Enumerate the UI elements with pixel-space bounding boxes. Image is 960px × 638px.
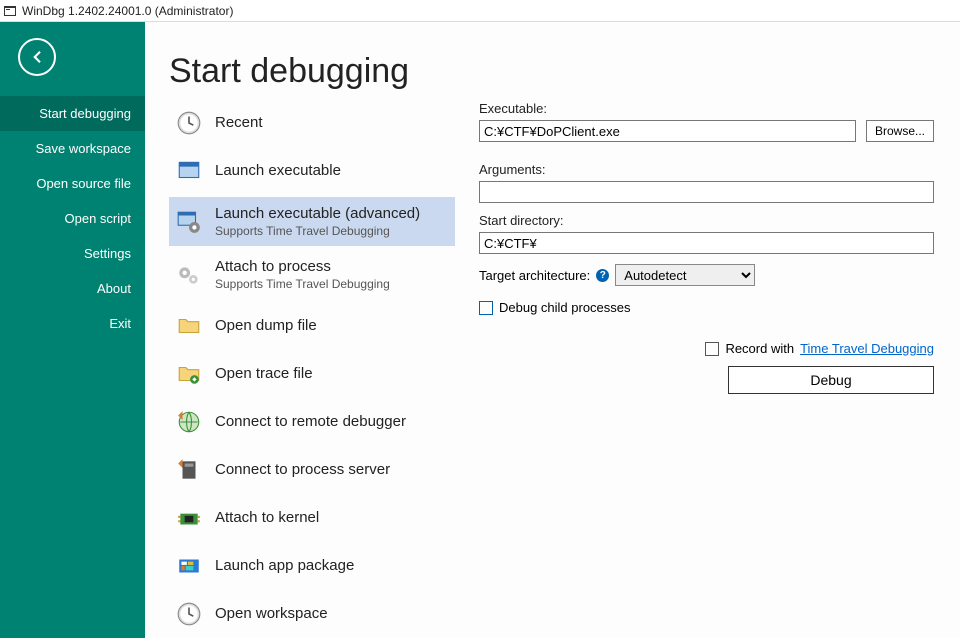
- titlebar-text: WinDbg 1.2402.24001.0 (Administrator): [22, 4, 233, 18]
- method-open-dump[interactable]: Open dump file: [169, 304, 455, 348]
- page-title: Start debugging: [169, 52, 936, 91]
- browse-button[interactable]: Browse...: [866, 120, 934, 142]
- titlebar: WinDbg 1.2402.24001.0 (Administrator): [0, 0, 960, 22]
- sidebar-item-label: Open script: [65, 211, 131, 226]
- method-label: Recent: [215, 114, 263, 132]
- record-ttd-checkbox[interactable]: [705, 342, 719, 356]
- window-icon: [175, 157, 203, 185]
- sidebar-item-label: About: [97, 281, 131, 296]
- method-label: Attach to kernel: [215, 509, 319, 527]
- method-list: Recent Launch executable Launch executab…: [169, 101, 455, 638]
- window-gear-icon: [175, 208, 203, 236]
- sidebar-item-about[interactable]: About: [0, 271, 145, 306]
- method-launch-executable-advanced[interactable]: Launch executable (advanced) Supports Ti…: [169, 197, 455, 246]
- globe-arrow-icon: [175, 408, 203, 436]
- method-launch-executable[interactable]: Launch executable: [169, 149, 455, 193]
- debug-child-checkbox[interactable]: [479, 301, 493, 315]
- method-label: Launch app package: [215, 557, 354, 575]
- apps-icon: [175, 552, 203, 580]
- back-button[interactable]: [18, 38, 56, 76]
- sidebar-item-save-workspace[interactable]: Save workspace: [0, 131, 145, 166]
- method-attach-kernel[interactable]: Attach to kernel: [169, 496, 455, 540]
- help-icon[interactable]: ?: [596, 269, 609, 282]
- startdir-input[interactable]: [479, 232, 934, 254]
- clock-icon: [175, 109, 203, 137]
- method-attach-process[interactable]: Attach to process Supports Time Travel D…: [169, 250, 455, 299]
- method-launch-app-package[interactable]: Launch app package: [169, 544, 455, 588]
- method-sublabel: Supports Time Travel Debugging: [215, 277, 390, 291]
- method-recent[interactable]: Recent: [169, 101, 455, 145]
- sidebar-item-label: Start debugging: [39, 106, 131, 121]
- method-label: Open trace file: [215, 365, 313, 383]
- sidebar-item-label: Settings: [84, 246, 131, 261]
- chip-icon: [175, 504, 203, 532]
- folder-icon: [175, 312, 203, 340]
- sidebar-item-open-source-file[interactable]: Open source file: [0, 166, 145, 201]
- sidebar-item-exit[interactable]: Exit: [0, 306, 145, 341]
- method-sublabel: Supports Time Travel Debugging: [215, 224, 420, 238]
- record-label: Record with: [725, 341, 794, 356]
- exe-label: Executable:: [479, 101, 934, 116]
- args-label: Arguments:: [479, 162, 934, 177]
- gears-icon: [175, 261, 203, 289]
- form-panel: Executable: Browse... Arguments: Start d…: [479, 101, 936, 638]
- method-label: Launch executable: [215, 162, 341, 180]
- sidebar-item-label: Open source file: [36, 176, 131, 191]
- method-label: Launch executable (advanced): [215, 205, 420, 223]
- sidebar-item-label: Save workspace: [36, 141, 131, 156]
- sidebar: Start debugging Save workspace Open sour…: [0, 22, 145, 638]
- method-connect-remote[interactable]: Connect to remote debugger: [169, 400, 455, 444]
- method-label: Open workspace: [215, 605, 328, 623]
- method-label: Connect to remote debugger: [215, 413, 406, 431]
- clock-icon: [175, 600, 203, 628]
- ttd-link[interactable]: Time Travel Debugging: [800, 341, 934, 356]
- method-connect-process-server[interactable]: Connect to process server: [169, 448, 455, 492]
- debug-button[interactable]: Debug: [728, 366, 934, 394]
- method-open-trace[interactable]: Open trace file: [169, 352, 455, 396]
- arch-select[interactable]: Autodetect: [615, 264, 755, 286]
- sidebar-item-start-debugging[interactable]: Start debugging: [0, 96, 145, 131]
- arch-label: Target architecture:: [479, 268, 590, 283]
- app-icon: [2, 3, 18, 19]
- sidebar-item-open-script[interactable]: Open script: [0, 201, 145, 236]
- method-label: Attach to process: [215, 258, 390, 276]
- sidebar-item-label: Exit: [109, 316, 131, 331]
- method-label: Connect to process server: [215, 461, 390, 479]
- method-label: Open dump file: [215, 317, 317, 335]
- debug-child-label: Debug child processes: [499, 300, 631, 315]
- sidebar-item-settings[interactable]: Settings: [0, 236, 145, 271]
- method-open-workspace[interactable]: Open workspace: [169, 592, 455, 636]
- exe-input[interactable]: [479, 120, 856, 142]
- folder-arrow-icon: [175, 360, 203, 388]
- server-arrow-icon: [175, 456, 203, 484]
- args-input[interactable]: [479, 181, 934, 203]
- startdir-label: Start directory:: [479, 213, 934, 228]
